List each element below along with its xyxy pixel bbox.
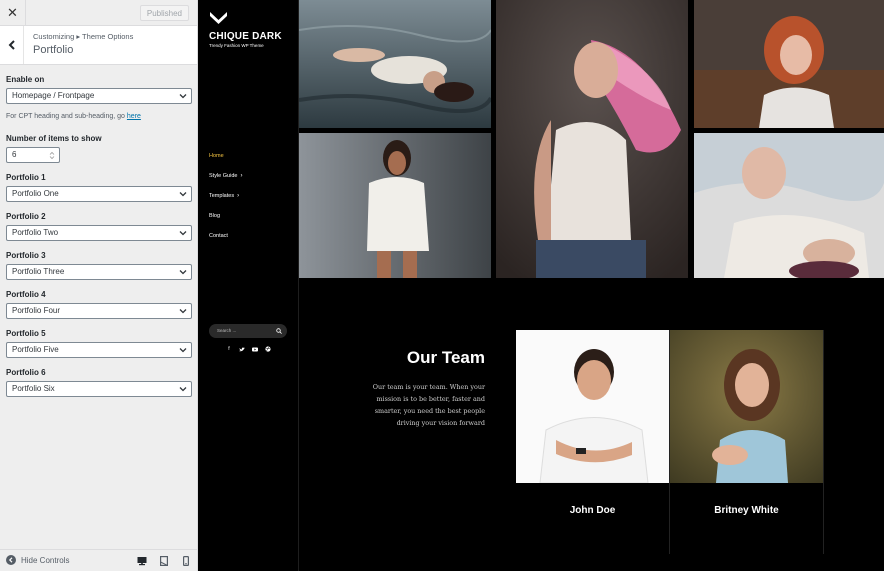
- chevron-down-icon: [179, 270, 187, 275]
- search-placeholder: Search ...: [217, 328, 237, 333]
- site-tagline: Trendy Fashion WP Theme: [209, 43, 264, 48]
- menu-item-style-guide[interactable]: Style Guide ›: [209, 166, 242, 186]
- portfolio-image-3[interactable]: [694, 0, 884, 128]
- select-value: Portfolio Three: [12, 267, 65, 276]
- portfolio-3-label: Portfolio 3: [6, 251, 46, 260]
- select-value: Portfolio Two: [12, 228, 59, 237]
- member-name: Britney White: [714, 505, 779, 516]
- team-member[interactable]: Britney White: [670, 330, 824, 554]
- portfolio-4-select[interactable]: Portfolio Four: [6, 303, 192, 319]
- portfolio-image-5[interactable]: [694, 133, 884, 278]
- select-value: Homepage / Frontpage: [12, 91, 95, 100]
- portfolio-5-select[interactable]: Portfolio Five: [6, 342, 192, 358]
- hide-controls-button[interactable]: Hide Controls: [6, 555, 69, 565]
- menu-item-home[interactable]: Home: [209, 146, 242, 166]
- site-preview: CHIQUE DARK Trendy Fashion WP Theme Home…: [198, 0, 884, 571]
- chevron-right-icon: ›: [237, 193, 240, 199]
- customizer-header: ✕ Published: [0, 0, 197, 26]
- chevron-right-icon: ›: [240, 173, 243, 179]
- site-title[interactable]: CHIQUE DARK: [209, 31, 282, 42]
- portfolio-5-label: Portfolio 5: [6, 329, 46, 338]
- published-button[interactable]: Published: [139, 5, 189, 21]
- select-value: Portfolio Six: [12, 384, 55, 393]
- select-value: Portfolio Four: [12, 306, 61, 315]
- portfolio-2-select[interactable]: Portfolio Two: [6, 225, 192, 241]
- member-name: John Doe: [569, 505, 616, 516]
- breadcrumb: Customizing ▸ Theme Options: [33, 32, 134, 41]
- enable-on-select[interactable]: Homepage / Frontpage: [6, 88, 192, 104]
- site-sidebar: CHIQUE DARK Trendy Fashion WP Theme Home…: [198, 0, 299, 571]
- portfolio-1-select[interactable]: Portfolio One: [6, 186, 192, 202]
- portfolio-3-select[interactable]: Portfolio Three: [6, 264, 192, 280]
- portfolio-2-label: Portfolio 2: [6, 212, 46, 221]
- menu-item-blog[interactable]: Blog: [209, 206, 242, 226]
- search-icon[interactable]: [276, 328, 282, 334]
- here-link[interactable]: here: [127, 113, 141, 120]
- dribbble-icon[interactable]: [265, 346, 271, 352]
- mobile-icon[interactable]: [181, 555, 191, 566]
- portfolio-6-select[interactable]: Portfolio Six: [6, 381, 192, 397]
- section-header: Customizing ▸ Theme Options Portfolio: [0, 26, 197, 65]
- portfolio-image-1[interactable]: [299, 0, 491, 128]
- collapse-icon: [6, 555, 16, 565]
- chevron-down-icon: [179, 387, 187, 392]
- portfolio-6-label: Portfolio 6: [6, 368, 46, 377]
- chevron-down-icon: [179, 192, 187, 197]
- select-value: Portfolio One: [12, 189, 59, 198]
- chevron-down-icon: [179, 309, 187, 314]
- member-photo: [516, 330, 669, 483]
- search-input[interactable]: Search ...: [209, 324, 287, 338]
- number-value: 6: [12, 150, 17, 159]
- customizer-panel: ✕ Published Customizing ▸ Theme Options …: [0, 0, 198, 571]
- social-links: f: [226, 346, 271, 352]
- items-count-input[interactable]: 6: [6, 147, 60, 163]
- menu-item-templates[interactable]: Templates ›: [209, 186, 242, 206]
- back-icon[interactable]: [0, 26, 24, 64]
- menu-item-contact[interactable]: Contact: [209, 226, 242, 246]
- select-value: Portfolio Five: [12, 345, 59, 354]
- team-member[interactable]: John Doe: [516, 330, 670, 554]
- enable-on-label: Enable on: [6, 75, 45, 84]
- portfolio-image-2[interactable]: [496, 0, 688, 278]
- stepper-icon[interactable]: [49, 151, 55, 160]
- help-text: For CPT heading and sub-heading, go here: [6, 113, 141, 120]
- portfolio-4-label: Portfolio 4: [6, 290, 46, 299]
- chevron-down-icon: [179, 348, 187, 353]
- chevron-down-icon: [179, 231, 187, 236]
- facebook-icon[interactable]: f: [226, 346, 232, 352]
- logo-icon[interactable]: [209, 11, 228, 26]
- member-photo: [670, 330, 823, 483]
- portfolio-image-4[interactable]: [299, 133, 491, 278]
- device-switcher: [137, 555, 191, 566]
- desktop-icon[interactable]: [137, 555, 147, 566]
- chevron-down-icon: [179, 94, 187, 99]
- page-title: Portfolio: [33, 44, 74, 56]
- portfolio-1-label: Portfolio 1: [6, 173, 46, 182]
- close-icon[interactable]: ✕: [0, 0, 26, 26]
- customizer-footer: Hide Controls: [0, 549, 197, 571]
- team-heading: Our Team: [406, 348, 485, 367]
- items-count-label: Number of items to show: [6, 134, 102, 143]
- hide-controls-label: Hide Controls: [21, 555, 70, 565]
- team-description: Our team is your team. When your mission…: [372, 383, 485, 427]
- controls: Enable on Homepage / Frontpage For CPT h…: [6, 74, 192, 397]
- twitter-icon[interactable]: [239, 346, 245, 352]
- tablet-icon[interactable]: [159, 555, 169, 566]
- main-menu: Home Style Guide › Templates › Blog Contac…: [209, 146, 242, 246]
- youtube-icon[interactable]: [252, 346, 258, 352]
